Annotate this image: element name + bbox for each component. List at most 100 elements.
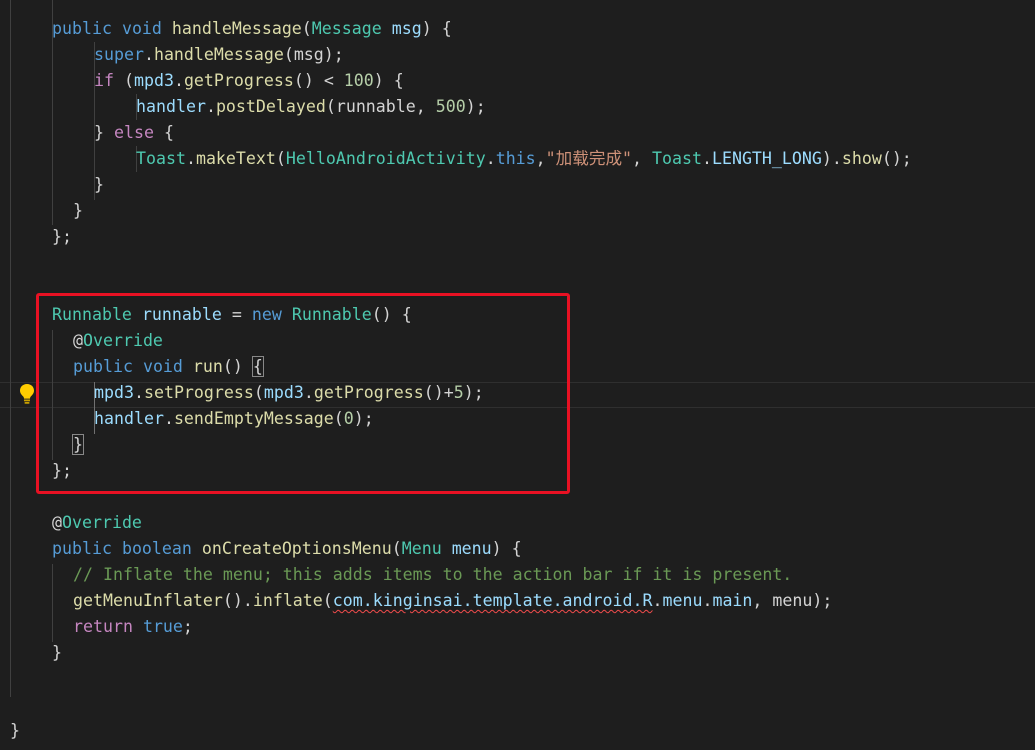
code-token: inflate <box>252 591 323 610</box>
code-editor[interactable]: public void handleMessage(Message msg) {… <box>0 0 1035 750</box>
code-token: } <box>94 175 104 194</box>
code-token: , <box>535 149 546 168</box>
code-token: . <box>701 149 712 168</box>
code-token: void <box>121 19 162 38</box>
code-line-text: // Inflate the menu; this adds items to … <box>73 562 792 588</box>
code-token: if <box>94 71 114 90</box>
code-line[interactable]: // Inflate the menu; this adds items to … <box>0 562 1035 588</box>
code-token: handler <box>136 97 206 116</box>
code-token: show <box>841 149 882 168</box>
code-token: mpd3 <box>133 71 174 90</box>
code-line[interactable]: }; <box>0 224 1035 250</box>
code-line[interactable]: } <box>0 640 1035 666</box>
code-token: (). <box>222 591 253 610</box>
code-token: // Inflate the menu; this adds items to … <box>73 565 793 584</box>
code-token: Toast <box>136 149 186 168</box>
code-token: LENGTH_LONG <box>711 149 822 168</box>
code-token: Toast <box>652 149 702 168</box>
code-line[interactable]: } else { <box>0 120 1035 146</box>
code-token: ; <box>182 617 193 636</box>
code-line[interactable]: handler.postDelayed(runnable, 500); <box>0 94 1035 120</box>
code-token: , <box>632 149 653 168</box>
code-token: ) { <box>421 19 452 38</box>
code-line-text: if (mpd3.getProgress() < 100) { <box>94 68 404 94</box>
code-line-text: getMenuInflater().inflate(com.kinginsai.… <box>73 588 832 614</box>
code-token: . <box>205 97 216 116</box>
code-line[interactable]: } <box>0 718 1035 744</box>
code-token: (msg); <box>283 45 344 64</box>
code-token: msg <box>391 19 422 38</box>
code-token: this <box>495 149 536 168</box>
code-token: (runnable, <box>325 97 436 116</box>
code-line[interactable]: if (mpd3.getProgress() < 100) { <box>0 68 1035 94</box>
code-line[interactable] <box>0 250 1035 276</box>
code-line-text: super.handleMessage(msg); <box>94 42 344 68</box>
code-token: ( <box>275 149 286 168</box>
code-token: ( <box>391 539 402 558</box>
code-line-text: public boolean onCreateOptionsMenu(Menu … <box>52 536 522 562</box>
annotation-highlight-box <box>36 293 570 494</box>
code-token: } <box>52 643 62 662</box>
code-token: main <box>712 591 753 610</box>
code-line[interactable]: return true; <box>0 614 1035 640</box>
code-token: public <box>52 19 112 38</box>
code-token: return <box>73 617 133 636</box>
code-token: 100 <box>343 71 374 90</box>
code-token: Message <box>311 19 382 38</box>
code-line[interactable]: getMenuInflater().inflate(com.kinginsai.… <box>0 588 1035 614</box>
code-line[interactable]: } <box>0 172 1035 198</box>
code-line[interactable] <box>0 692 1035 718</box>
code-token: getMenuInflater <box>73 591 223 610</box>
code-line[interactable]: super.handleMessage(msg); <box>0 42 1035 68</box>
code-line-text: @Override <box>52 510 142 536</box>
code-line-text: } <box>10 718 20 744</box>
code-line[interactable]: Toast.makeText(HelloAndroidActivity.this… <box>0 146 1035 172</box>
code-token: else <box>113 123 154 142</box>
code-line[interactable]: @Override <box>0 510 1035 536</box>
code-line-text: } <box>94 172 104 198</box>
code-token: } <box>73 201 83 220</box>
code-line-text: return true; <box>73 614 193 640</box>
code-line-text: } <box>52 640 62 666</box>
code-token: ( <box>301 19 312 38</box>
code-token: super <box>94 45 144 64</box>
code-token: , menu); <box>752 591 833 610</box>
code-line[interactable]: } <box>0 198 1035 224</box>
code-token: onCreateOptionsMenu <box>201 539 392 558</box>
code-token: "加载完成" <box>545 149 633 168</box>
code-line-text: }; <box>52 224 72 250</box>
code-token: postDelayed <box>215 97 326 116</box>
code-token: getProgress <box>183 71 294 90</box>
code-token: menu <box>451 539 492 558</box>
code-token: }; <box>52 227 72 246</box>
code-token: boolean <box>121 539 192 558</box>
code-token: handleMessage <box>171 19 302 38</box>
code-token: . <box>143 45 154 64</box>
code-token: ) { <box>491 539 522 558</box>
lightbulb-icon[interactable] <box>18 383 36 405</box>
code-line[interactable]: public void handleMessage(Message msg) { <box>0 16 1035 42</box>
code-token: @ <box>52 513 62 532</box>
code-token: . <box>702 591 713 610</box>
code-token: . <box>652 591 663 610</box>
code-token: (); <box>881 149 912 168</box>
code-token: ( <box>113 71 134 90</box>
code-token: HelloAndroidActivity <box>285 149 486 168</box>
code-line[interactable]: public boolean onCreateOptionsMenu(Menu … <box>0 536 1035 562</box>
code-token: { <box>153 123 174 142</box>
code-token: makeText <box>195 149 276 168</box>
code-token: } <box>94 123 114 142</box>
code-token: ). <box>821 149 842 168</box>
code-token: 500 <box>435 97 466 116</box>
code-token: handleMessage <box>153 45 284 64</box>
code-token: Override <box>62 513 142 532</box>
code-token: ); <box>465 97 486 116</box>
code-token: Menu <box>401 539 442 558</box>
code-line[interactable] <box>0 666 1035 692</box>
